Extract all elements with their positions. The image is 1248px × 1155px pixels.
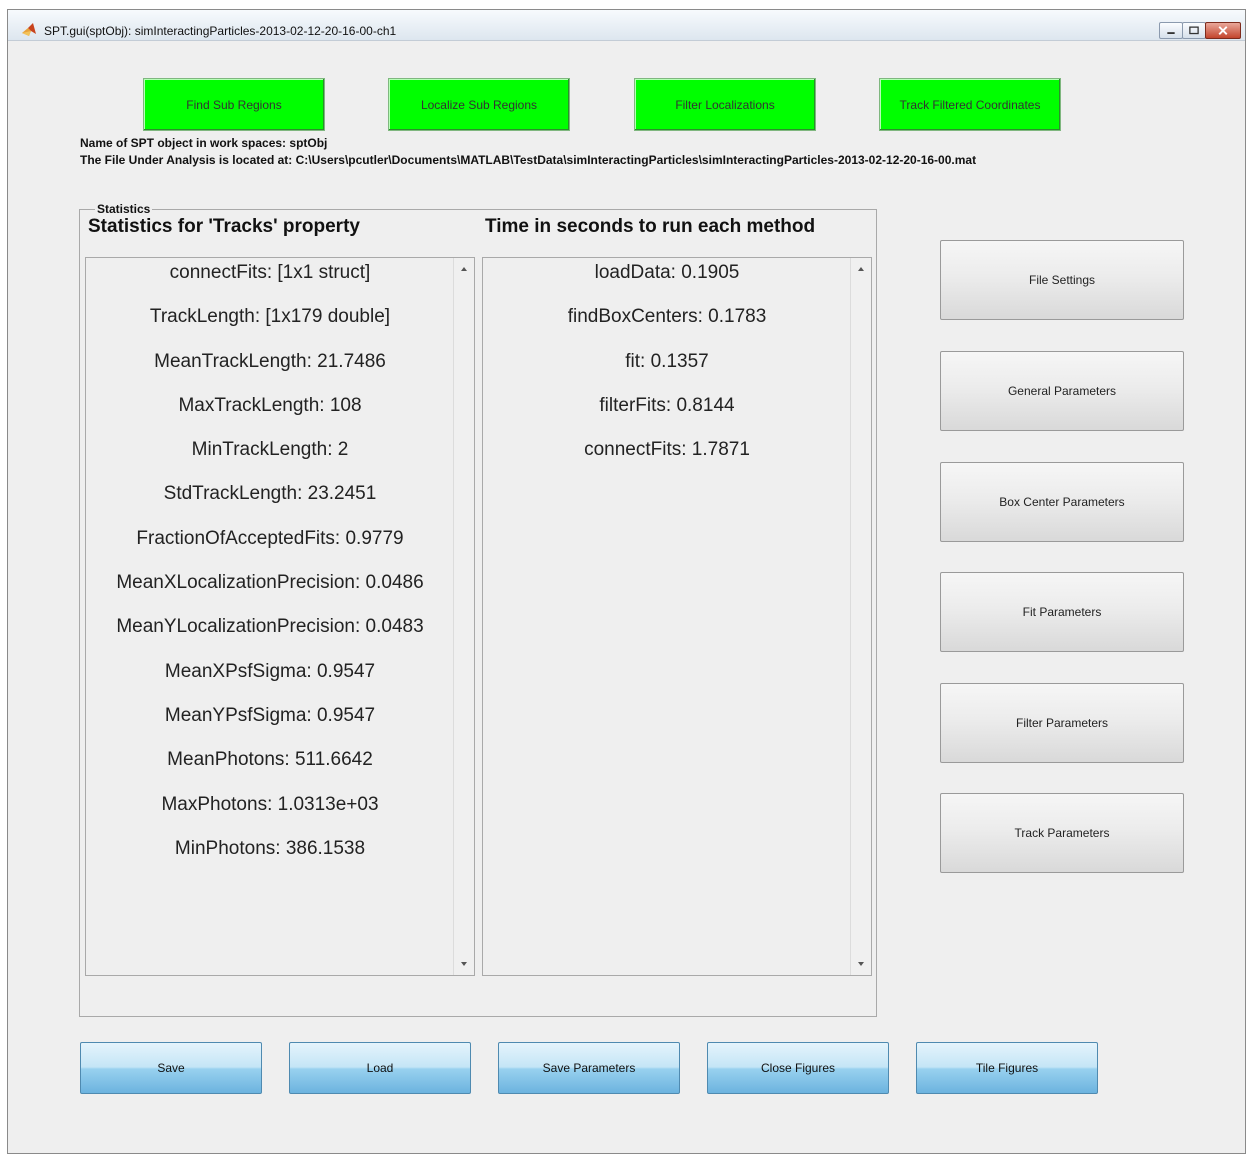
find-sub-regions-button[interactable]: Find Sub Regions	[143, 78, 325, 131]
box-center-parameters-button[interactable]: Box Center Parameters	[940, 462, 1184, 542]
list-item[interactable]: loadData: 0.1905	[483, 258, 851, 302]
localize-sub-regions-button[interactable]: Localize Sub Regions	[388, 78, 570, 131]
list-item[interactable]: FractionOfAcceptedFits: 0.9779	[86, 524, 454, 568]
save-button[interactable]: Save	[80, 1042, 262, 1094]
timing-scrollbar[interactable]	[850, 258, 871, 975]
timing-listbox[interactable]: loadData: 0.1905 findBoxCenters: 0.1783 fi…	[482, 257, 872, 976]
list-item[interactable]: findBoxCenters: 0.1783	[483, 302, 851, 346]
tracks-stats-list: connectFits: [1x1 struct] TrackLength: [1…	[86, 258, 454, 975]
save-parameters-button[interactable]: Save Parameters	[498, 1042, 680, 1094]
list-item[interactable]: MinTrackLength: 2	[86, 435, 454, 479]
filter-localizations-button[interactable]: Filter Localizations	[634, 78, 816, 131]
tracks-stats-header: Statistics for 'Tracks' property	[88, 216, 360, 237]
close-figures-button[interactable]: Close Figures	[707, 1042, 889, 1094]
minimize-icon	[1167, 32, 1175, 34]
list-item[interactable]: MeanPhotons: 511.6642	[86, 745, 454, 789]
scroll-down-icon	[461, 962, 467, 966]
timing-list: loadData: 0.1905 findBoxCenters: 0.1783 fi…	[483, 258, 851, 975]
file-settings-button[interactable]: File Settings	[940, 240, 1184, 320]
list-item[interactable]: MinPhotons: 386.1538	[86, 834, 454, 878]
minimize-button[interactable]	[1159, 22, 1183, 39]
scroll-up-icon	[858, 267, 864, 271]
maximize-button[interactable]	[1182, 22, 1206, 39]
scroll-down-button[interactable]	[851, 955, 871, 973]
scroll-up-button[interactable]	[454, 260, 474, 278]
statistics-group-label: Statistics	[95, 202, 153, 216]
object-name-text: Name of SPT object in work spaces: sptOb…	[80, 136, 328, 150]
list-item[interactable]: MeanXPsfSigma: 0.9547	[86, 657, 454, 701]
title-bar[interactable]: SPT.gui(sptObj): simInteractingParticles…	[8, 10, 1245, 41]
list-item[interactable]: MaxTrackLength: 108	[86, 391, 454, 435]
list-item[interactable]: MaxPhotons: 1.0313e+03	[86, 790, 454, 834]
fit-parameters-button[interactable]: Fit Parameters	[940, 572, 1184, 652]
close-icon	[1218, 26, 1228, 35]
list-item[interactable]: MeanYLocalizationPrecision: 0.0483	[86, 612, 454, 656]
track-parameters-button[interactable]: Track Parameters	[940, 793, 1184, 873]
matlab-icon	[21, 22, 37, 38]
filter-parameters-button[interactable]: Filter Parameters	[940, 683, 1184, 763]
list-item[interactable]: TrackLength: [1x179 double]	[86, 302, 454, 346]
list-item[interactable]: connectFits: [1x1 struct]	[86, 258, 454, 302]
list-item[interactable]: MeanXLocalizationPrecision: 0.0486	[86, 568, 454, 612]
track-filtered-coordinates-button[interactable]: Track Filtered Coordinates	[879, 78, 1061, 131]
window-title: SPT.gui(sptObj): simInteractingParticles…	[44, 24, 397, 38]
general-parameters-button[interactable]: General Parameters	[940, 351, 1184, 431]
list-item[interactable]: connectFits: 1.7871	[483, 435, 851, 479]
list-item[interactable]: MeanTrackLength: 21.7486	[86, 347, 454, 391]
tracks-stats-listbox[interactable]: connectFits: [1x1 struct] TrackLength: [1…	[85, 257, 475, 976]
timing-header: Time in seconds to run each method	[485, 216, 816, 237]
scroll-down-icon	[858, 962, 864, 966]
list-item[interactable]: StdTrackLength: 23.2451	[86, 479, 454, 523]
load-button[interactable]: Load	[289, 1042, 471, 1094]
list-item[interactable]: filterFits: 0.8144	[483, 391, 851, 435]
list-item[interactable]: fit: 0.1357	[483, 347, 851, 391]
scroll-up-icon	[461, 267, 467, 271]
scroll-up-button[interactable]	[851, 260, 871, 278]
scroll-down-button[interactable]	[454, 955, 474, 973]
close-button[interactable]	[1205, 22, 1241, 39]
tile-figures-button[interactable]: Tile Figures	[916, 1042, 1098, 1094]
list-item[interactable]: MeanYPsfSigma: 0.9547	[86, 701, 454, 745]
file-location-text: The File Under Analysis is located at: C…	[80, 153, 977, 167]
maximize-icon	[1189, 26, 1199, 35]
tracks-scrollbar[interactable]	[453, 258, 474, 975]
window-controls	[1159, 22, 1241, 39]
